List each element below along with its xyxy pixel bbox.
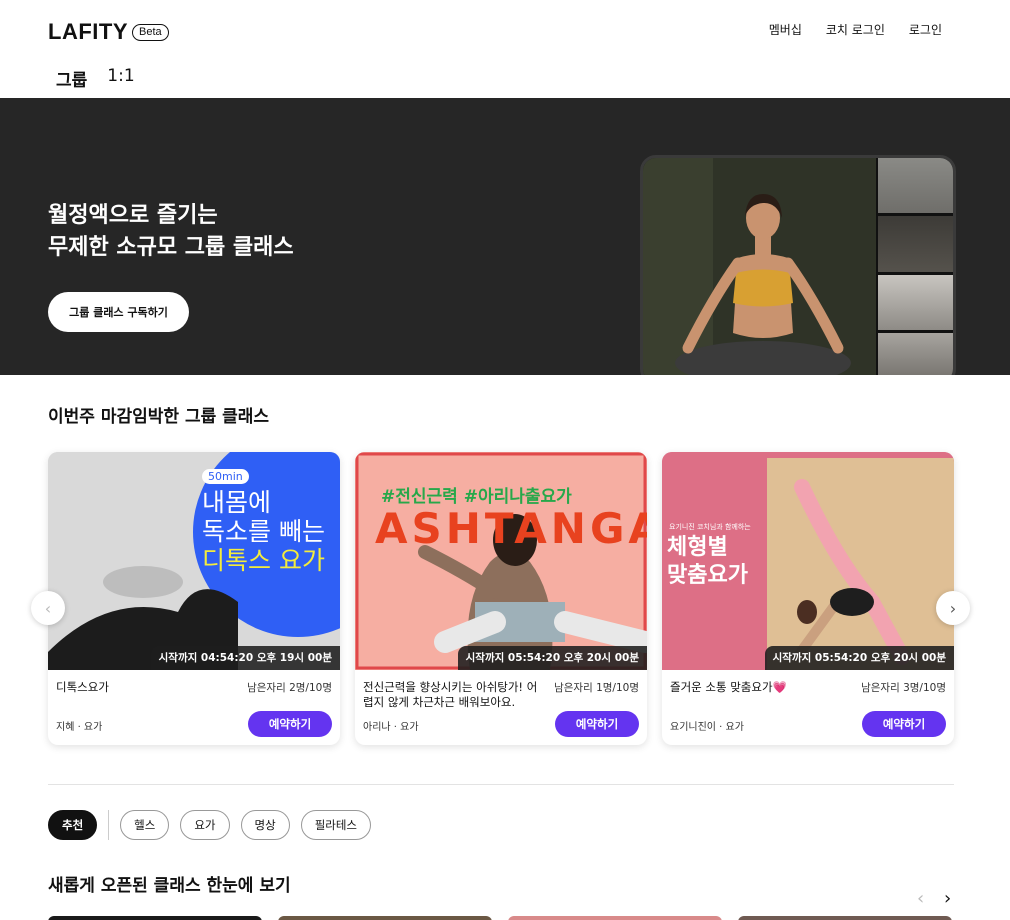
countdown-timer: 시작까지 05:54:20 오후 20시 00분 bbox=[764, 646, 954, 670]
book-button[interactable]: 예약하기 bbox=[862, 711, 946, 737]
top-nav: 멤버십 코치 로그인 로그인 bbox=[769, 21, 942, 38]
header: LAFITY Beta 멤버십 코치 로그인 로그인 그룹 1:1 bbox=[0, 0, 1010, 103]
category-filters: 추천 헬스 요가 명상 필라테스 bbox=[48, 810, 382, 840]
thumbnail-1 bbox=[878, 158, 953, 214]
section-title-closing-soon: 이번주 마감임박한 그룹 클래스 bbox=[48, 407, 270, 427]
class-title: 전신근력을 향상시키는 아쉬탕가! 어렵지 않게 차근차근 배워보아요. bbox=[363, 680, 538, 709]
section2-prev-button[interactable]: ‹ bbox=[917, 888, 924, 909]
class-title: 디톡스요가 bbox=[56, 680, 109, 694]
book-button[interactable]: 예약하기 bbox=[248, 711, 332, 737]
filter-recommended[interactable]: 추천 bbox=[48, 810, 98, 840]
class-thumbnail: 50min 내몸에 독소를 빼는 디톡스 요가 시작까지 04:54:20 오후… bbox=[48, 452, 340, 670]
remaining-seats: 남은자리 3명/10명 bbox=[861, 682, 946, 694]
beta-badge: Beta bbox=[132, 23, 169, 41]
coach-category: 지혜 · 요가 bbox=[56, 722, 103, 733]
chevron-left-icon: ‹ bbox=[44, 598, 52, 618]
image-caption: 내몸에 독소를 빼는 디톡스 요가 bbox=[202, 488, 325, 575]
coach-category: 아리나 · 요가 bbox=[363, 722, 419, 733]
filter-meditation[interactable]: 명상 bbox=[240, 810, 290, 840]
class-thumbnail: 요기니진 코치님과 함께하는 체형별 맞춤요가 시작까지 05:54:20 오후… bbox=[662, 452, 954, 670]
class-card[interactable]: #전신근력 #아리나출요가 ASHTANGA 시작까지 05:54:20 오후 … bbox=[355, 452, 647, 745]
thumbnail-4 bbox=[878, 332, 953, 375]
image-caption-line3: 디톡스 요가 bbox=[202, 546, 325, 575]
class-card[interactable]: 50min 내몸에 독소를 빼는 디톡스 요가 시작까지 04:54:20 오후… bbox=[48, 452, 340, 745]
section2-next-button[interactable]: › bbox=[944, 888, 951, 909]
image-caption-line1: 체형별 bbox=[667, 535, 728, 560]
logo[interactable]: LAFITY Beta bbox=[48, 19, 169, 45]
duration-badge: 50min bbox=[202, 469, 249, 484]
hero-title-line1: 월정액으로 즐기는 bbox=[48, 203, 218, 228]
chevron-right-icon: › bbox=[944, 888, 952, 909]
remaining-seats: 남은자리 1명/10명 bbox=[554, 682, 639, 694]
yoga-woman-illustration bbox=[643, 158, 876, 375]
book-button[interactable]: 예약하기 bbox=[555, 711, 639, 737]
hero-title: 월정액으로 즐기는 무제한 소규모 그룹 클래스 bbox=[48, 200, 294, 264]
hero-main-image bbox=[643, 158, 876, 375]
new-class-card-peek[interactable] bbox=[508, 916, 722, 920]
hero-title-line2: 무제한 소규모 그룹 클래스 bbox=[48, 235, 294, 260]
filter-health[interactable]: 헬스 bbox=[120, 810, 170, 840]
new-class-card-peek[interactable] bbox=[48, 916, 262, 920]
nav-coach-login[interactable]: 코치 로그인 bbox=[826, 21, 885, 38]
thumbnail-3 bbox=[878, 274, 953, 330]
chevron-right-icon: › bbox=[949, 598, 957, 618]
countdown-timer: 시작까지 04:54:20 오후 19시 00분 bbox=[150, 646, 340, 670]
class-title: 즐거운 소통 맞춤요가💗 bbox=[670, 680, 787, 694]
section-title-new-classes: 새롭게 오픈된 클래스 한눈에 보기 bbox=[48, 876, 291, 896]
image-caption-line1: 내몸에 bbox=[202, 488, 272, 517]
nav-membership[interactable]: 멤버십 bbox=[769, 21, 802, 38]
class-card[interactable]: 요기니진 코치님과 함께하는 체형별 맞춤요가 시작까지 05:54:20 오후… bbox=[662, 452, 954, 745]
countdown-timer: 시작까지 05:54:20 오후 20시 00분 bbox=[457, 646, 647, 670]
filter-pilates[interactable]: 필라테스 bbox=[300, 810, 372, 840]
carousel-next-button[interactable]: › bbox=[936, 591, 970, 625]
new-class-card-peek[interactable] bbox=[278, 916, 492, 920]
chevron-left-icon: ‹ bbox=[917, 888, 925, 909]
remaining-seats: 남은자리 2명/10명 bbox=[247, 682, 332, 694]
hero-banner: 월정액으로 즐기는 무제한 소규모 그룹 클래스 그룹 클래스 구독하기 bbox=[0, 98, 1010, 375]
image-caption-line2: 맞춤요가 bbox=[667, 563, 748, 588]
subscribe-button[interactable]: 그룹 클래스 구독하기 bbox=[48, 292, 189, 332]
image-caption-line2: 독소를 빼는 bbox=[202, 517, 325, 546]
image-caption: 체형별 맞춤요가 bbox=[667, 534, 748, 590]
hero-video-grid bbox=[640, 155, 956, 375]
filter-separator bbox=[108, 810, 110, 840]
coach-category: 요기니진이 · 요가 bbox=[670, 722, 744, 733]
thumbnail-2 bbox=[878, 216, 953, 272]
new-class-card-peek[interactable] bbox=[738, 916, 952, 920]
carousel-prev-button[interactable]: ‹ bbox=[31, 591, 65, 625]
image-subtitle: 요기니진 코치님과 함께하는 bbox=[669, 523, 751, 531]
nav-login[interactable]: 로그인 bbox=[909, 21, 942, 38]
filter-yoga[interactable]: 요가 bbox=[180, 810, 230, 840]
hero-thumbnails bbox=[878, 158, 953, 375]
logo-text: LAFITY bbox=[48, 19, 128, 44]
image-title: ASHTANGA bbox=[375, 504, 647, 553]
divider bbox=[48, 784, 954, 785]
class-thumbnail: #전신근력 #아리나출요가 ASHTANGA 시작까지 05:54:20 오후 … bbox=[355, 452, 647, 670]
